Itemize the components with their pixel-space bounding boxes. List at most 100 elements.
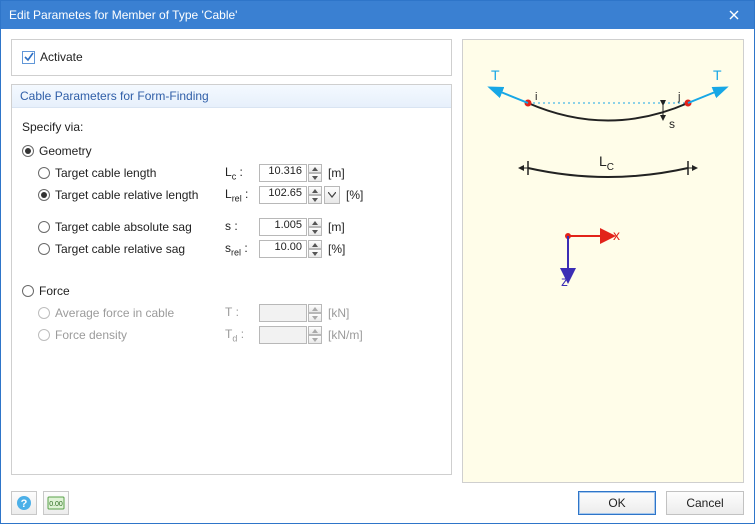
spin-up-icon[interactable]: [308, 186, 322, 195]
params-body: Specify via: Geometry Target cable lengt…: [12, 108, 451, 354]
target-rel-sag-input[interactable]: 10.00: [259, 240, 307, 258]
spin-down-icon[interactable]: [308, 227, 322, 236]
spinner-buttons: [308, 326, 322, 344]
dialog-window: Edit Parametes for Member of Type 'Cable…: [0, 0, 755, 524]
force-density-label: Force density: [55, 328, 225, 342]
avg-force-radio: [38, 307, 50, 319]
diagram-panel: i j T T s LC: [462, 39, 744, 483]
bottom-left-tools: ? 0.00: [11, 491, 69, 515]
cancel-button[interactable]: Cancel: [666, 491, 744, 515]
target-rel-sag-label: Target cable relative sag: [55, 242, 225, 256]
target-rel-length-sym: Lrel :: [225, 187, 259, 203]
target-length-unit: [m]: [328, 166, 345, 180]
spinner-buttons[interactable]: [308, 164, 322, 182]
close-icon: [729, 10, 739, 20]
svg-text:?: ?: [21, 498, 28, 510]
window-title: Edit Parametes for Member of Type 'Cable…: [9, 8, 237, 22]
target-rel-sag-sym: srel :: [225, 241, 259, 257]
spinner-buttons[interactable]: [308, 186, 322, 204]
spin-up-icon: [308, 326, 322, 335]
avg-force-input: [259, 304, 307, 322]
help-icon: ?: [16, 495, 32, 511]
force-density-row: Force density Td : [kN/m]: [22, 324, 441, 346]
target-rel-sag-row: Target cable relative sag srel : 10.00 […: [22, 238, 441, 260]
target-abs-sag-radio[interactable]: [38, 221, 50, 233]
target-abs-sag-input[interactable]: 1.005: [259, 218, 307, 236]
svg-text:z: z: [561, 273, 568, 288]
spinner-buttons: [308, 304, 322, 322]
units-icon: 0.00: [47, 496, 65, 510]
target-rel-sag-radio[interactable]: [38, 243, 50, 255]
avg-force-spin: [259, 304, 322, 322]
target-rel-length-row: Target cable relative length Lrel : 102.…: [22, 184, 441, 206]
spin-down-icon: [308, 335, 322, 344]
specify-via-label: Specify via:: [22, 120, 441, 134]
params-panel: Cable Parameters for Form-Finding Specif…: [11, 84, 452, 475]
activate-panel: Activate: [11, 39, 452, 76]
radio-icon: [22, 285, 34, 297]
target-length-label: Target cable length: [55, 166, 225, 180]
target-length-input[interactable]: 10.316: [259, 164, 307, 182]
target-length-row: Target cable length Lc : 10.316 [m]: [22, 162, 441, 184]
target-rel-sag-spin[interactable]: 10.00: [259, 240, 322, 258]
units-button[interactable]: 0.00: [43, 491, 69, 515]
target-rel-length-input[interactable]: 102.65: [259, 186, 307, 204]
target-abs-sag-row: Target cable absolute sag s : 1.005 [m]: [22, 216, 441, 238]
checkbox-box: [22, 51, 35, 64]
spin-down-icon[interactable]: [308, 173, 322, 182]
target-rel-length-label: Target cable relative length: [55, 188, 225, 202]
spin-up-icon[interactable]: [308, 164, 322, 173]
columns: Activate Cable Parameters for Form-Findi…: [11, 39, 744, 483]
help-button[interactable]: ?: [11, 491, 37, 515]
spin-up-icon[interactable]: [308, 218, 322, 227]
force-radio[interactable]: Force: [22, 280, 441, 302]
spin-down-icon: [308, 313, 322, 322]
section-header: Cable Parameters for Form-Finding: [12, 85, 451, 108]
svg-text:T: T: [713, 67, 722, 83]
avg-force-unit: [kN]: [328, 306, 349, 320]
ok-button[interactable]: OK: [578, 491, 656, 515]
extra-arrow-button[interactable]: [324, 186, 340, 204]
spin-up-icon: [308, 304, 322, 313]
target-rel-sag-unit: [%]: [328, 242, 345, 256]
spinner-buttons[interactable]: [308, 240, 322, 258]
target-rel-length-spin[interactable]: 102.65: [259, 186, 340, 204]
target-length-spin[interactable]: 10.316: [259, 164, 322, 182]
svg-text:x: x: [613, 227, 620, 243]
svg-text:T: T: [491, 67, 500, 83]
force-density-sym: Td :: [225, 327, 259, 343]
svg-text:j: j: [677, 91, 680, 103]
target-abs-sag-unit: [m]: [328, 220, 345, 234]
svg-text:i: i: [535, 91, 537, 103]
bottom-bar: ? 0.00 OK Cancel: [11, 483, 744, 515]
target-length-sym: Lc :: [225, 165, 259, 181]
target-rel-length-radio[interactable]: [38, 189, 50, 201]
target-abs-sag-label: Target cable absolute sag: [55, 220, 225, 234]
avg-force-row: Average force in cable T : [kN]: [22, 302, 441, 324]
spin-up-icon[interactable]: [308, 240, 322, 249]
check-icon: [24, 52, 34, 62]
geometry-radio[interactable]: Geometry: [22, 140, 441, 162]
target-abs-sag-spin[interactable]: 1.005: [259, 218, 322, 236]
force-density-unit: [kN/m]: [328, 328, 363, 342]
geometry-label: Geometry: [39, 144, 92, 158]
radio-icon: [22, 145, 34, 157]
force-density-spin: [259, 326, 322, 344]
titlebar: Edit Parametes for Member of Type 'Cable…: [1, 1, 754, 29]
force-density-radio: [38, 329, 50, 341]
spin-down-icon[interactable]: [308, 195, 322, 204]
activate-label: Activate: [40, 50, 83, 64]
bottom-right-buttons: OK Cancel: [578, 491, 744, 515]
target-length-radio[interactable]: [38, 167, 50, 179]
close-button[interactable]: [714, 1, 754, 29]
spinner-buttons[interactable]: [308, 218, 322, 236]
cable-diagram: i j T T s LC: [473, 58, 733, 288]
activate-checkbox[interactable]: Activate: [22, 50, 83, 64]
avg-force-sym: T :: [225, 305, 259, 321]
spin-down-icon[interactable]: [308, 249, 322, 258]
avg-force-label: Average force in cable: [55, 306, 225, 320]
force-density-input: [259, 326, 307, 344]
target-rel-length-unit: [%]: [346, 188, 363, 202]
target-abs-sag-sym: s :: [225, 219, 259, 235]
svg-text:LC: LC: [599, 153, 614, 173]
